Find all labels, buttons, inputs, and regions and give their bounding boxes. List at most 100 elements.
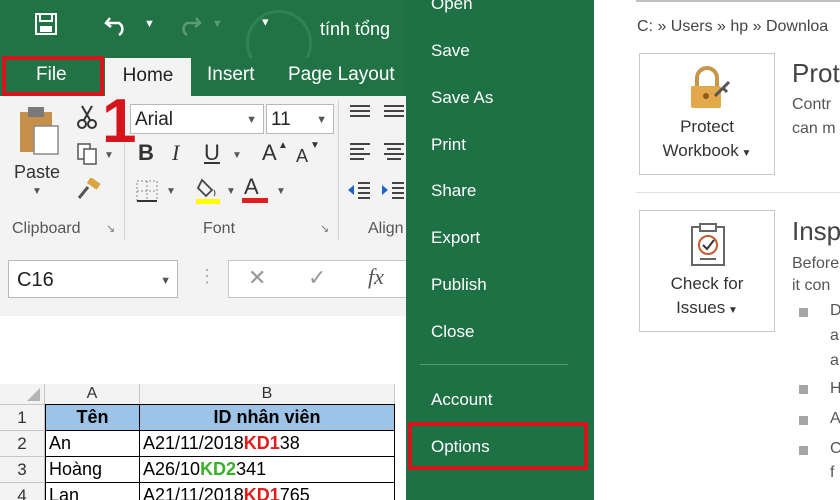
bold-button[interactable]: B — [138, 140, 154, 166]
shrink-font-button[interactable]: A — [296, 146, 308, 167]
select-all-corner[interactable] — [0, 384, 45, 405]
id-suffix: 341 — [236, 459, 267, 479]
underline-dropdown-icon[interactable]: ▼ — [232, 150, 242, 161]
undo-icon[interactable] — [104, 12, 130, 42]
cancel-icon[interactable]: ✕ — [248, 265, 266, 291]
inspect-document-icon — [688, 223, 728, 272]
inspect-heading: Insp — [792, 216, 840, 246]
menu-item-account[interactable]: Account — [431, 390, 492, 410]
id-prefix: A26/10 — [143, 459, 201, 479]
protect-workbook-button[interactable]: Protect Workbook ▼ — [639, 53, 775, 175]
inspect-bullet-text: D — [830, 302, 840, 319]
chevron-down-icon: ▼ — [160, 275, 171, 287]
window-title: tính tổng — [320, 19, 391, 39]
tab-page-layout[interactable]: Page Layout — [288, 64, 395, 86]
menu-item-open[interactable]: Open — [431, 0, 473, 14]
font-name-value: Arial — [135, 109, 174, 130]
cell-b4[interactable]: A21/11/2018KD1765 — [140, 483, 395, 500]
borders-dropdown-icon[interactable]: ▼ — [166, 186, 176, 197]
redo-icon[interactable] — [176, 12, 202, 41]
increase-indent-icon[interactable] — [380, 180, 406, 205]
cell-b1[interactable]: ID nhân viên — [140, 404, 395, 431]
font-launcher-icon[interactable]: ↘ — [320, 222, 329, 235]
menu-divider — [420, 364, 568, 365]
format-painter-icon[interactable] — [76, 177, 102, 207]
row-header[interactable]: 3 — [0, 457, 45, 483]
issues-card-line1: Check for — [670, 274, 744, 293]
align-left-icon[interactable] — [348, 142, 372, 167]
font-size-value: 11 — [271, 109, 291, 130]
protect-desc-line1: Contr — [792, 96, 832, 113]
protect-card-line2-text: Workbook — [662, 141, 739, 160]
cell-a4[interactable]: Lan — [45, 483, 140, 500]
save-icon[interactable] — [34, 12, 58, 42]
underline-button[interactable]: U — [204, 140, 220, 166]
clipboard-launcher-icon[interactable]: ↘ — [106, 222, 115, 235]
align-top-icon[interactable] — [348, 104, 372, 127]
cut-icon[interactable] — [76, 104, 98, 135]
row-header[interactable]: 2 — [0, 431, 45, 457]
font-color-dropdown-icon[interactable]: ▼ — [276, 186, 286, 197]
inspect-bullet-text: a — [830, 327, 839, 344]
cell-a2[interactable]: An — [45, 431, 140, 457]
chevron-down-icon: ▼ — [725, 305, 738, 316]
title-bar: ▼ ▼ ▾ tính tổng — [0, 0, 406, 76]
menu-item-publish[interactable]: Publish — [431, 275, 487, 295]
copy-icon[interactable] — [76, 142, 100, 171]
menu-item-save[interactable]: Save — [431, 41, 470, 61]
group-clipboard-label: Clipboard — [12, 220, 81, 237]
name-box[interactable]: C16 ▼ — [8, 260, 178, 298]
decrease-indent-icon[interactable] — [346, 180, 372, 205]
id-code-highlight: KD1 — [243, 433, 280, 453]
paste-dropdown-icon[interactable]: ▼ — [32, 186, 42, 197]
align-middle-icon[interactable] — [382, 104, 406, 127]
font-name-select[interactable]: Arial ▼ — [130, 104, 264, 134]
check-for-issues-button[interactable]: Check for Issues ▼ — [639, 210, 775, 332]
fill-color-dropdown-icon[interactable]: ▼ — [226, 186, 236, 197]
page-heading-clipped — [636, 0, 840, 2]
inspect-desc-line2: it con — [792, 277, 831, 294]
paste-label[interactable]: Paste — [14, 162, 60, 183]
row-header[interactable]: 1 — [0, 405, 45, 431]
italic-button[interactable]: I — [172, 140, 179, 166]
row-header[interactable]: 4 — [0, 483, 45, 500]
enter-icon[interactable]: ✓ — [308, 265, 326, 291]
cell-b3[interactable]: A26/10KD2341 — [140, 457, 395, 483]
chevron-down-icon: ▼ — [738, 148, 752, 159]
cell-a3[interactable]: Hoàng — [45, 457, 140, 483]
lock-icon — [685, 66, 731, 117]
paste-icon[interactable] — [16, 104, 62, 161]
menu-item-export[interactable]: Export — [431, 228, 480, 248]
inspect-bullet-text: C — [830, 440, 840, 457]
menu-item-print[interactable]: Print — [431, 135, 466, 155]
grow-font-button[interactable]: A — [262, 140, 277, 166]
protect-desc-line2: can m — [792, 120, 836, 137]
inspect-bullet-text: f — [830, 464, 835, 481]
options-highlight — [408, 422, 588, 470]
id-suffix: 38 — [279, 433, 300, 453]
cell-a1[interactable]: Tên — [45, 404, 140, 431]
undo-dropdown-icon[interactable]: ▼ — [144, 18, 155, 30]
menu-item-save-as[interactable]: Save As — [431, 88, 493, 108]
formula-bar-grip-icon: ⋮ — [198, 266, 216, 286]
borders-icon[interactable] — [136, 180, 158, 207]
fill-color-icon[interactable] — [196, 176, 222, 209]
column-header-b[interactable]: B — [140, 384, 395, 405]
inspect-desc-line1: Before — [792, 255, 840, 272]
insert-function-icon[interactable]: fx — [368, 264, 384, 290]
tab-insert[interactable]: Insert — [207, 64, 255, 86]
redo-dropdown-icon[interactable]: ▼ — [212, 18, 223, 30]
align-center-icon[interactable] — [382, 142, 406, 167]
breadcrumb[interactable]: C: » Users » hp » Downloa — [637, 18, 828, 36]
inspect-bullet-text: a — [830, 352, 839, 369]
chevron-down-icon: ▼ — [246, 114, 257, 126]
group-alignment-label: Align — [368, 220, 404, 237]
column-header-a[interactable]: A — [45, 384, 140, 405]
id-code-highlight: KD2 — [200, 459, 237, 479]
font-color-button[interactable]: A — [244, 174, 259, 200]
inspect-bullet-text: A — [830, 410, 840, 427]
font-size-select[interactable]: 11 ▼ — [266, 104, 334, 134]
cell-b2[interactable]: A21/11/2018KD138 — [140, 431, 395, 457]
menu-item-close[interactable]: Close — [431, 322, 474, 342]
menu-item-share[interactable]: Share — [431, 181, 476, 201]
